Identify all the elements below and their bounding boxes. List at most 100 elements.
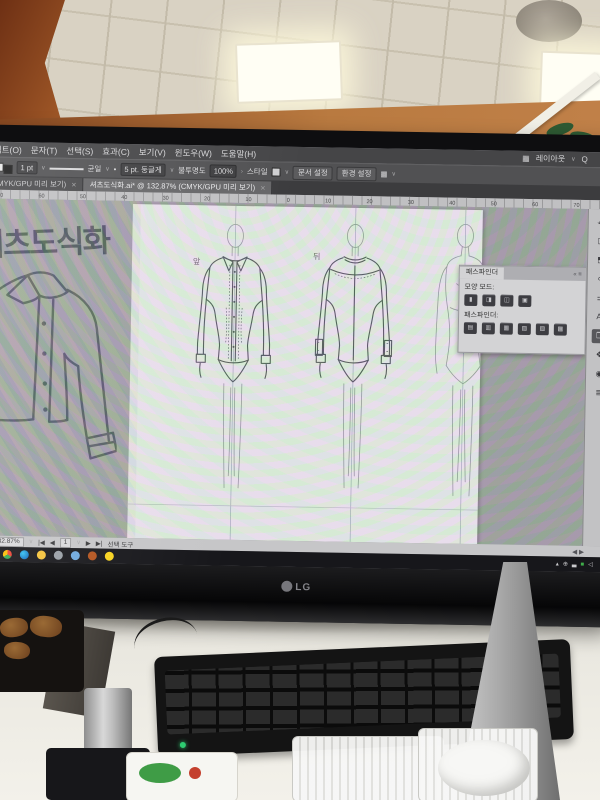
- first-artboard-icon[interactable]: |◀: [38, 538, 45, 546]
- search-icon[interactable]: Q: [582, 155, 588, 164]
- red-label-dot: [189, 767, 201, 779]
- shape-builder-icon[interactable]: ❖: [591, 348, 600, 362]
- cookie: [3, 641, 30, 660]
- chevron-down-icon: ∨: [571, 156, 576, 163]
- pathfinder-panel[interactable]: 패스파인더 « ≡ 모양 모드: ▮◨◫▣ 패스파인더: ▤▥▦▧▨▩: [457, 265, 587, 355]
- apps-grid-icon[interactable]: ▦: [380, 169, 387, 178]
- menu-item[interactable]: 도움말(H): [221, 147, 256, 160]
- volume-icon[interactable]: ◁: [588, 561, 593, 568]
- tissue-wad: [438, 740, 530, 796]
- unite-icon[interactable]: ▮: [464, 294, 477, 306]
- chevron-down-icon[interactable]: ∨: [29, 538, 34, 545]
- app-orange-icon[interactable]: [88, 551, 97, 560]
- scroll-right-icon[interactable]: ▶: [579, 548, 584, 555]
- chevron-down-icon[interactable]: ∨: [170, 167, 175, 174]
- signal-icon[interactable]: ▃: [572, 561, 577, 568]
- width-profile-select[interactable]: 균일: [87, 163, 101, 174]
- menu-item[interactable]: 보기(V): [139, 146, 166, 158]
- lg-monitor: 젝트(O)문자(T)선택(S)효과(C)보기(V)윈도우(W)도움말(H) ▦ …: [0, 125, 600, 628]
- style-swatch[interactable]: [272, 167, 281, 176]
- edge-icon[interactable]: [20, 550, 29, 559]
- next-artboard-icon[interactable]: ▶: [86, 539, 91, 547]
- document-setup-button[interactable]: 문서 설정: [293, 165, 333, 180]
- close-icon[interactable]: ✕: [71, 182, 77, 189]
- collapse-panel-icon[interactable]: «: [573, 271, 576, 277]
- zoom-level-field[interactable]: 132.87%: [0, 536, 24, 547]
- artboard-number-field[interactable]: 1: [60, 537, 72, 547]
- pathfinder-panel-tab[interactable]: 패스파인더: [460, 267, 504, 280]
- chrome-icon[interactable]: [3, 550, 12, 559]
- last-artboard-icon[interactable]: ▶|: [96, 539, 103, 547]
- more-options-icon[interactable]: ›: [241, 168, 243, 174]
- pathfinder-icon[interactable]: ❒: [592, 329, 600, 343]
- wet-wipes-pack: [126, 752, 238, 800]
- photo-of-monitor-scene: { "monitor": { "brand_logo": "LG" }, "pa…: [0, 0, 600, 800]
- network-icon[interactable]: ⊕: [563, 561, 568, 568]
- divide-icon[interactable]: ▤: [464, 322, 477, 334]
- asset-export-icon[interactable]: ⬒: [593, 253, 600, 267]
- artboards-icon[interactable]: ◳: [593, 234, 600, 248]
- align-icon[interactable]: ⚍: [592, 291, 600, 305]
- layers-icon[interactable]: ≣: [591, 386, 600, 400]
- canvas-pasteboard[interactable]: 앞 뒤: [0, 199, 600, 547]
- intersect-icon[interactable]: ◫: [500, 294, 513, 306]
- opacity-field[interactable]: 100%: [210, 164, 237, 177]
- exclude-icon[interactable]: ▣: [518, 295, 531, 307]
- ceiling-speaker: [516, 0, 582, 42]
- app-blue-icon[interactable]: [71, 551, 80, 560]
- minus-front-icon[interactable]: ◨: [482, 294, 495, 306]
- stroke-weight-field[interactable]: 1 pt: [16, 161, 37, 174]
- close-icon[interactable]: ✕: [260, 185, 266, 192]
- workspace-switcher[interactable]: 레이아웃: [536, 153, 566, 165]
- monitor-screen: 젝트(O)문자(T)선택(S)효과(C)보기(V)윈도우(W)도움말(H) ▦ …: [0, 142, 600, 573]
- panel-menu-icon[interactable]: ≡: [578, 271, 582, 277]
- links-icon[interactable]: ∞: [593, 272, 600, 286]
- back-view-label: 뒤: [313, 252, 321, 261]
- menu-item[interactable]: 윈도우(W): [175, 146, 212, 159]
- brush-dot-icon: •: [114, 165, 117, 174]
- trim-icon[interactable]: ▥: [482, 322, 495, 334]
- style-label: 스타일: [247, 166, 268, 177]
- merge-icon[interactable]: ▦: [500, 322, 513, 334]
- lg-emblem-icon: [281, 581, 292, 592]
- handwritten-title: 셔츠도식화: [0, 215, 110, 265]
- outline-icon[interactable]: ▨: [536, 323, 549, 335]
- appearance-icon[interactable]: ◉: [591, 367, 600, 381]
- ceiling-light-panel: [235, 40, 343, 104]
- app-gray-icon[interactable]: [54, 551, 63, 560]
- snack-tray: [0, 610, 84, 692]
- chevron-down-icon[interactable]: ∨: [41, 164, 46, 171]
- menu-item[interactable]: 선택(S): [66, 144, 93, 156]
- character-icon[interactable]: A|: [592, 310, 600, 324]
- stroke-swatch[interactable]: [3, 164, 12, 173]
- opacity-label: 불투명도: [178, 165, 206, 176]
- app-green-icon[interactable]: ■: [580, 561, 584, 567]
- tab-label: 셔츠도식화.ai* @ 132.87% (CMYK/GPU 미리 보기): [90, 180, 256, 192]
- lg-logo-text: LG: [295, 582, 311, 593]
- panel-header: 패스파인더 « ≡: [460, 266, 586, 281]
- tab-label: MYK/GPU 미리 보기): [0, 179, 66, 189]
- chevron-down-icon[interactable]: ∨: [391, 171, 396, 178]
- menu-item[interactable]: 젝트(O): [0, 143, 22, 155]
- artboard[interactable]: 앞 뒤: [127, 204, 483, 544]
- stroke-line-sample: [49, 167, 83, 170]
- tray-expand-icon[interactable]: ▴: [556, 560, 559, 567]
- chevron-down-icon[interactable]: ∨: [76, 539, 81, 546]
- flat-sketch-drawing: 앞 뒤: [127, 204, 483, 544]
- scroll-left-icon[interactable]: ◀: [572, 548, 577, 555]
- minus-back-icon[interactable]: ▩: [554, 323, 567, 335]
- cookie: [29, 614, 63, 638]
- kakaotalk-icon[interactable]: [105, 552, 114, 561]
- keyboard-led: [180, 742, 186, 748]
- apps-grid-icon[interactable]: ▦: [522, 154, 530, 163]
- brush-select[interactable]: 5 pt. 둥글게: [120, 163, 166, 177]
- chevron-down-icon[interactable]: ∨: [285, 169, 290, 176]
- explorer-icon[interactable]: [37, 550, 46, 559]
- preferences-button[interactable]: 환경 설정: [337, 166, 377, 181]
- crop-icon[interactable]: ▧: [518, 323, 531, 335]
- prev-artboard-icon[interactable]: ◀: [50, 538, 55, 546]
- menu-item[interactable]: 효과(C): [102, 145, 130, 157]
- transform-icon[interactable]: ⤺: [594, 215, 600, 229]
- chevron-down-icon[interactable]: ∨: [105, 166, 110, 173]
- menu-item[interactable]: 문자(T): [31, 144, 58, 156]
